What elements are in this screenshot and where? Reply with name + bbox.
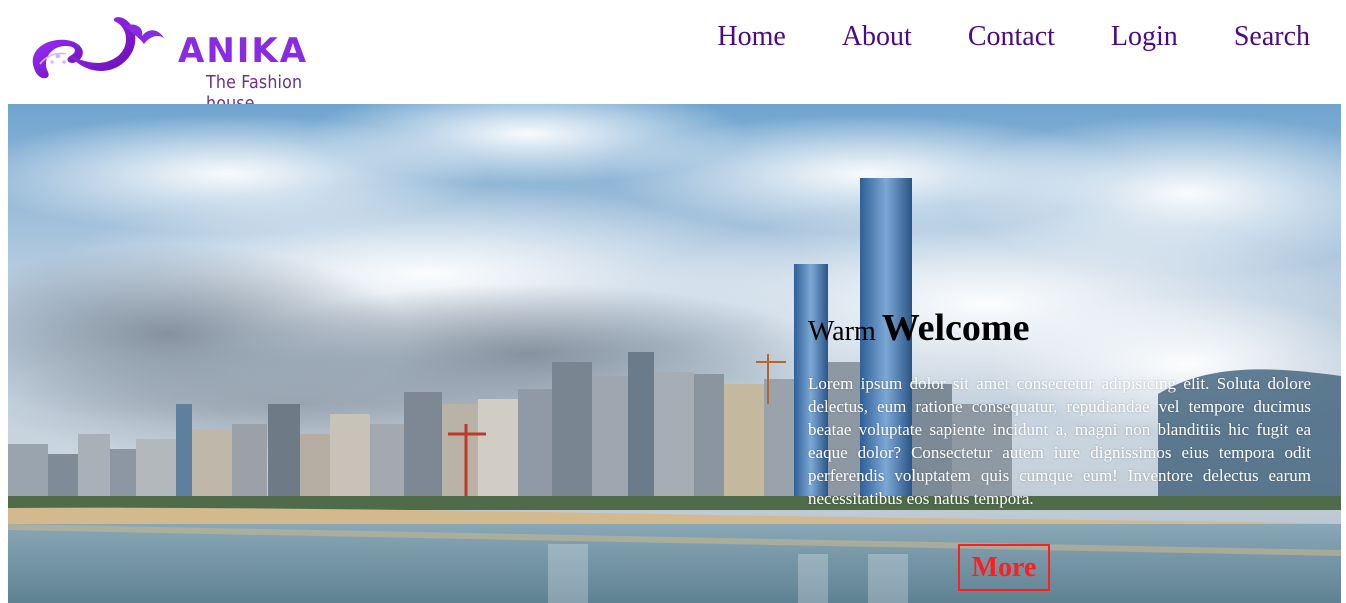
hero-heading: Warm Welcome xyxy=(808,309,1029,347)
hero-heading-small: Warm xyxy=(808,316,876,347)
brand-name: ANIKA xyxy=(178,31,309,71)
hero-banner: Warm Welcome Lorem ipsum dolor sit amet c… xyxy=(8,104,1341,603)
more-button[interactable]: More xyxy=(958,544,1050,591)
swirl-logo-icon xyxy=(32,17,164,79)
brand-logo[interactable]: ANIKA The Fashion house xyxy=(26,16,366,114)
nav-about-link[interactable]: About xyxy=(842,20,912,54)
nav-login-link[interactable]: Login xyxy=(1111,20,1178,54)
nav-search-link[interactable]: Search xyxy=(1234,20,1310,54)
page: ANIKA The Fashion house Home About Conta… xyxy=(0,0,1346,603)
hero-heading-big: Welcome xyxy=(881,307,1030,349)
nav-contact-link[interactable]: Contact xyxy=(968,20,1055,54)
nav-home-link[interactable]: Home xyxy=(717,20,785,54)
site-header: ANIKA The Fashion house Home About Conta… xyxy=(0,0,1346,114)
main-nav: Home About Contact Login Search xyxy=(717,20,1310,54)
hero-body-text: Lorem ipsum dolor sit amet consectetur a… xyxy=(808,374,1311,508)
city-skyline-image xyxy=(8,104,1341,603)
